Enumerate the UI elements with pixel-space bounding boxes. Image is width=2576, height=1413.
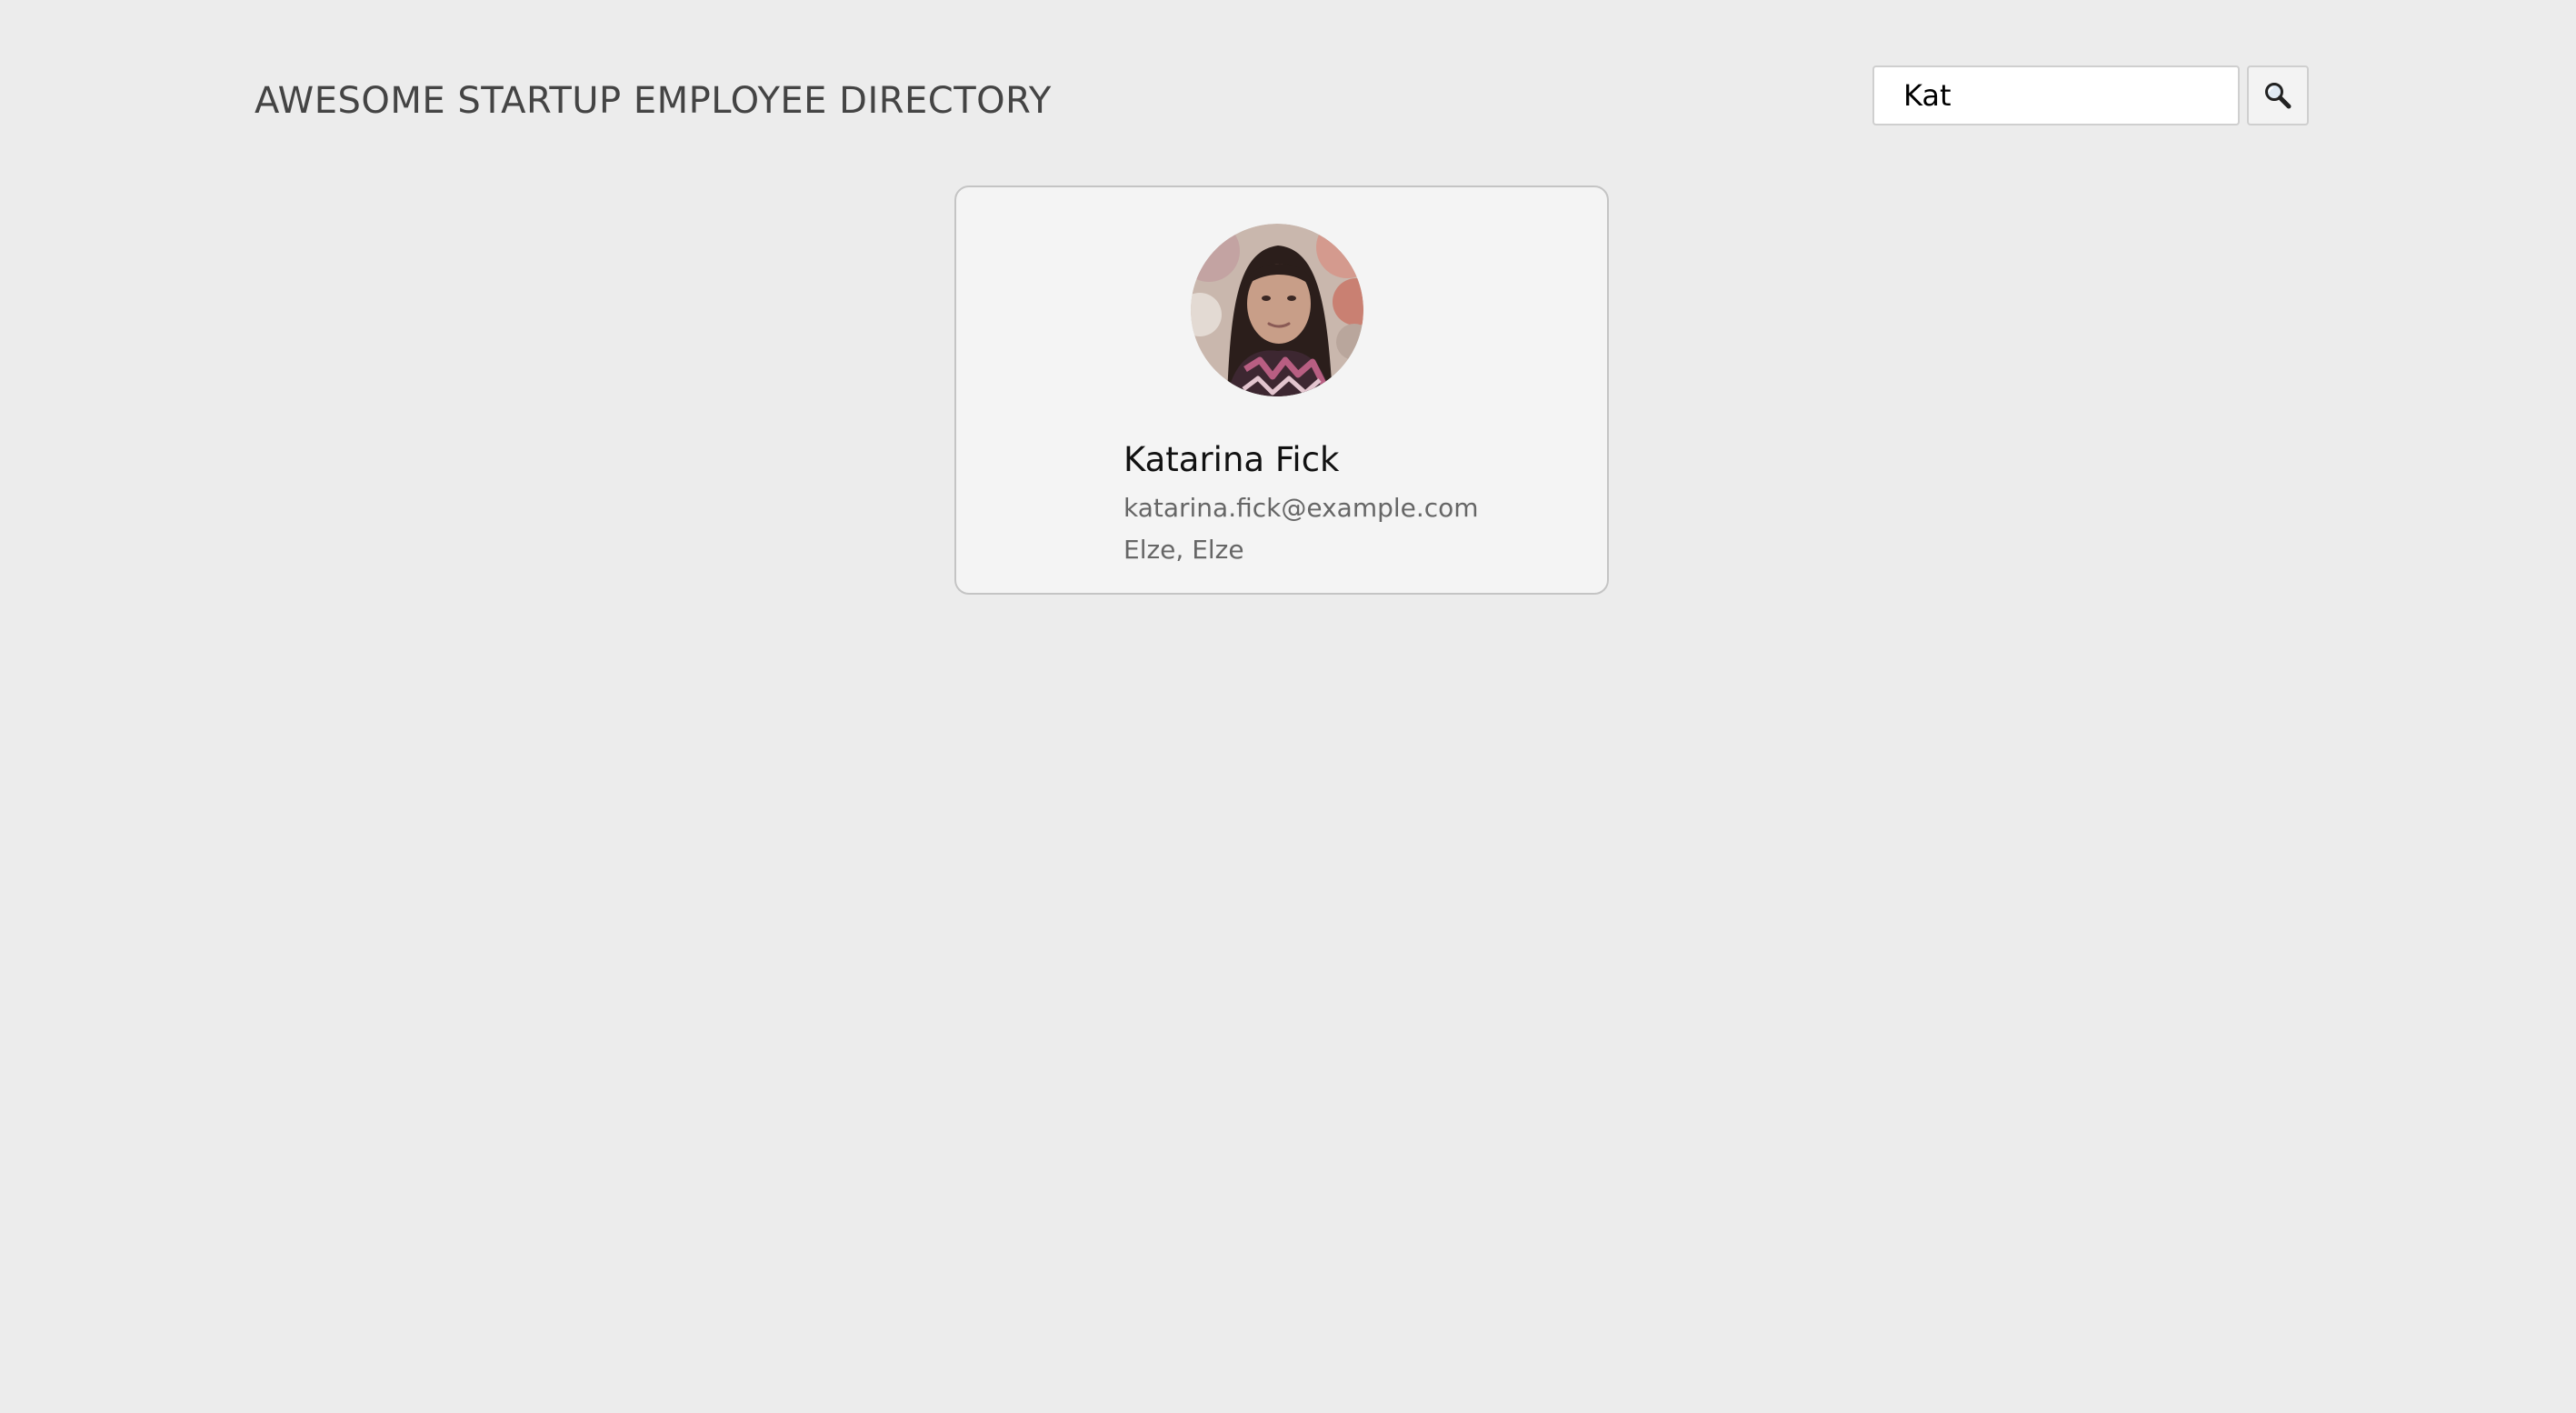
employee-card[interactable]: Katarina Fick katarina.fick@example.com … xyxy=(954,185,1609,595)
employee-email: katarina.fick@example.com xyxy=(1123,493,1479,523)
employee-location: Elze, Elze xyxy=(1123,535,1244,565)
employee-info: Katarina Fick katarina.fick@example.com … xyxy=(1123,436,1479,571)
employee-avatar xyxy=(1191,224,1363,396)
search-button[interactable] xyxy=(2247,65,2309,125)
search-input[interactable] xyxy=(1872,65,2240,125)
page-title: AWESOME STARTUP EMPLOYEE DIRECTORY xyxy=(255,80,1052,122)
search-icon xyxy=(2265,83,2291,109)
employee-name: Katarina Fick xyxy=(1123,440,1340,479)
search-form xyxy=(1872,65,2309,125)
